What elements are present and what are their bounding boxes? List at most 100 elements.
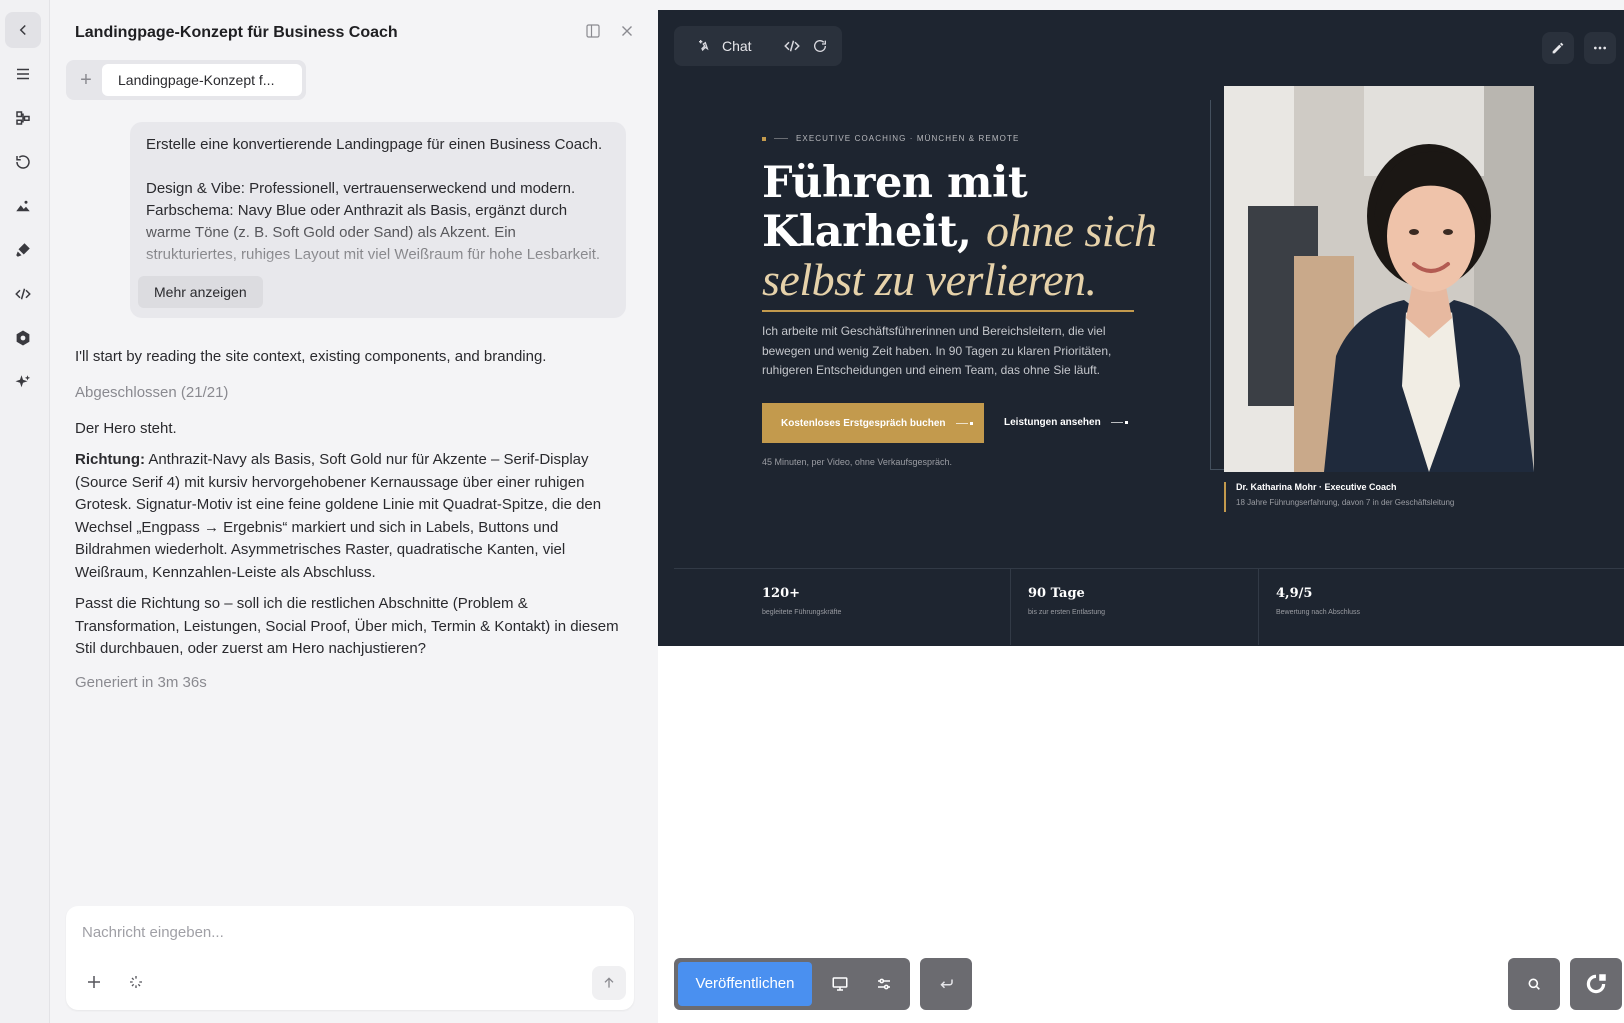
- stat-value: 90 Tage: [1028, 586, 1085, 601]
- message-composer: [66, 906, 634, 1010]
- sliders-icon[interactable]: [872, 972, 896, 996]
- menu-button[interactable]: [5, 56, 41, 92]
- chat-header-actions: [584, 22, 636, 40]
- direction-label: Richtung:: [75, 451, 145, 468]
- history-button[interactable]: [5, 144, 41, 180]
- gold-square-mark: [762, 136, 766, 141]
- preview-canvas: Chat EXECUTIVE COACHING · MÜNCHEN & REMO…: [658, 10, 1624, 1023]
- stat-label: begleitete Führungskräfte: [762, 609, 842, 616]
- image-icon: [16, 200, 30, 212]
- menu-icon: [17, 68, 29, 80]
- app-logo-icon: [1586, 974, 1606, 994]
- hero-section: Chat EXECUTIVE COACHING · MÜNCHEN & REMO…: [658, 10, 1624, 646]
- stats-bar: 120+ begleitete Führungskräfte 90 Tage b…: [674, 568, 1624, 645]
- more-horizontal-icon: [1594, 46, 1606, 50]
- ai-button[interactable]: [5, 364, 41, 400]
- message-input[interactable]: [82, 918, 602, 946]
- code-icon: [15, 288, 31, 300]
- close-icon[interactable]: [618, 22, 636, 40]
- sitemap-icon: [16, 111, 30, 125]
- coach-portrait: [1224, 86, 1534, 472]
- user-message: Erstelle eine konvertierende Landingpage…: [130, 122, 626, 318]
- pages-button[interactable]: [5, 100, 41, 136]
- settings-button[interactable]: [5, 320, 41, 356]
- line-arrow-icon: [1110, 421, 1128, 424]
- sidebar-toggle-icon[interactable]: [584, 22, 602, 40]
- cta-secondary-label: Leistungen ansehen: [1004, 417, 1101, 428]
- assistant-intro: I'll start by reading the site context, …: [75, 348, 547, 365]
- book-consultation-button[interactable]: Kostenloses Erstgespräch buchen: [762, 403, 984, 443]
- chat-title: Landingpage-Konzept für Business Coach: [75, 24, 398, 41]
- stat-item: 4,9/5 Bewertung nach Abschluss: [1276, 569, 1360, 645]
- assistant-direction: Richtung: Anthrazit-Navy als Basis, Soft…: [75, 449, 620, 584]
- chat-sparkle-icon: [694, 36, 714, 56]
- refresh-icon[interactable]: [810, 36, 830, 56]
- hero-eyebrow: EXECUTIVE COACHING · MÜNCHEN & REMOTE: [762, 134, 1019, 143]
- headline-gold-rule: [762, 310, 1134, 312]
- user-message-body: Design & Vibe: Professionell, vertrauens…: [146, 180, 601, 263]
- publish-button[interactable]: Veröffentlichen: [678, 962, 812, 1006]
- assistant-generated-time: Generiert in 3m 36s: [75, 674, 207, 691]
- photo-frame-line: [1210, 100, 1224, 470]
- user-message-line1: Erstelle eine konvertierende Landingpage…: [146, 136, 603, 153]
- portrait-caption: Dr. Katharina Mohr · Executive Coach 18 …: [1224, 482, 1454, 512]
- stat-label: Bewertung nach Abschluss: [1276, 609, 1361, 616]
- history-icon: [16, 155, 30, 169]
- chevron-left-icon: [19, 24, 26, 36]
- chat-tabbar: + Landingpage-Konzept f...: [66, 60, 306, 100]
- cta-primary-label: Kostenloses Erstgespräch buchen: [781, 417, 946, 429]
- chat-toggle-button[interactable]: Chat: [722, 38, 752, 54]
- code-button[interactable]: [5, 276, 41, 312]
- stat-value: 4,9/5: [1276, 586, 1313, 601]
- show-more-button[interactable]: Mehr anzeigen: [138, 276, 263, 308]
- headline-line2-plain: Klarheit,: [762, 207, 986, 257]
- caption-subtitle: 18 Jahre Führungserfahrung, davon 7 in d…: [1236, 498, 1455, 507]
- caption-name: Dr. Katharina Mohr · Executive Coach: [1236, 482, 1397, 492]
- view-services-link[interactable]: Leistungen ansehen: [1004, 417, 1128, 428]
- return-arrow-icon: [940, 979, 953, 989]
- magic-cursor-icon[interactable]: [124, 970, 148, 994]
- desktop-preview-icon[interactable]: [828, 972, 852, 996]
- assistant-hero-done: Der Hero steht.: [75, 420, 177, 437]
- design-button[interactable]: [5, 232, 41, 268]
- stat-value: 120+: [762, 586, 801, 601]
- code-view-icon[interactable]: [782, 36, 802, 56]
- stat-item: 120+ begleitete Führungskräfte: [762, 569, 841, 645]
- tab-landingpage-konzept[interactable]: Landingpage-Konzept f...: [102, 64, 302, 96]
- preview-toolbar: Chat: [674, 26, 842, 66]
- attach-plus-icon[interactable]: [82, 970, 106, 994]
- media-button[interactable]: [5, 188, 41, 224]
- send-button[interactable]: [592, 966, 626, 1000]
- back-button[interactable]: [5, 12, 41, 48]
- stat-label: bis zur ersten Entlastung: [1028, 609, 1106, 616]
- headline-line1: Führen mit: [762, 158, 1028, 208]
- gear-icon: [16, 330, 30, 346]
- stat-item: 90 Tage bis zur ersten Entlastung: [1028, 569, 1105, 645]
- more-options-button[interactable]: [1584, 32, 1616, 64]
- app-logo-button[interactable]: [1570, 958, 1622, 1010]
- undo-button[interactable]: [920, 958, 972, 1010]
- arrow-up-icon: [604, 977, 614, 988]
- search-icon: [1528, 978, 1540, 990]
- eyebrow-text: EXECUTIVE COACHING · MÜNCHEN & REMOTE: [796, 134, 1020, 143]
- search-button[interactable]: [1508, 958, 1560, 1010]
- sparkle-icon: [15, 375, 31, 388]
- preview-top-right-tools: [1542, 32, 1616, 64]
- left-rail: [0, 0, 50, 1023]
- assistant-status[interactable]: Abgeschlossen (21/21): [75, 382, 620, 405]
- direction-text: Anthrazit-Navy als Basis, Soft Gold nur …: [75, 451, 602, 581]
- brush-icon: [16, 243, 30, 257]
- edit-button[interactable]: [1542, 32, 1574, 64]
- publish-toolbar: Veröffentlichen: [674, 958, 910, 1010]
- new-chat-plus-icon[interactable]: +: [74, 68, 98, 92]
- coach-portrait-illustration: [1224, 86, 1534, 472]
- hero-headline: Führen mit Klarheit, ohne sich selbst zu…: [762, 158, 1192, 305]
- headline-line3-accent: selbst zu verlieren.: [762, 254, 1097, 305]
- chat-panel: Landingpage-Konzept für Business Coach +…: [50, 0, 650, 1023]
- hero-lead: Ich arbeite mit Geschäftsführerinnen und…: [762, 324, 1112, 377]
- hero-fineprint: 45 Minuten, per Video, ohne Verkaufsgesp…: [762, 457, 952, 467]
- assistant-question: Passt die Richtung so – soll ich die res…: [75, 595, 619, 657]
- line-arrow-icon: [955, 421, 973, 425]
- pencil-icon: [1552, 42, 1564, 54]
- headline-line2: Klarheit, ohne sich: [762, 207, 1192, 256]
